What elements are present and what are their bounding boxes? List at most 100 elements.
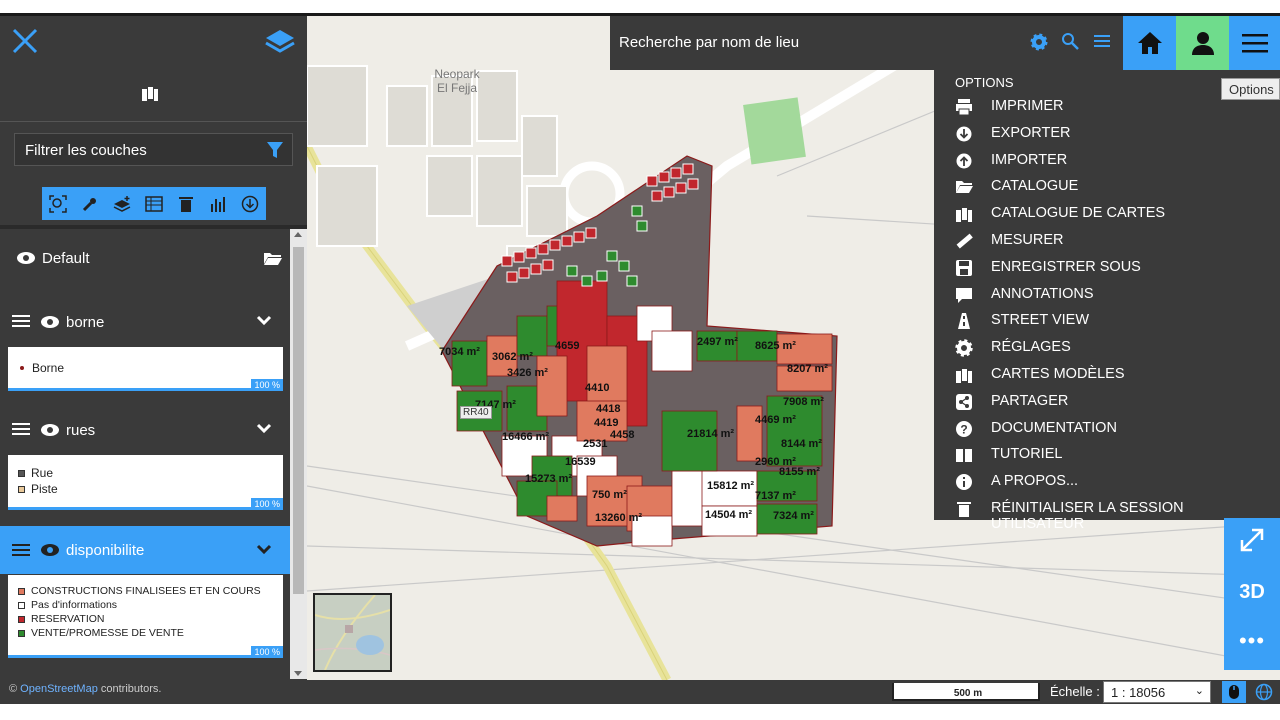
list-icon[interactable] bbox=[1094, 33, 1110, 49]
import-icon bbox=[956, 153, 972, 169]
map-place-name-1: Neopark bbox=[434, 67, 480, 81]
option-exporter[interactable]: EXPORTER bbox=[934, 121, 1280, 147]
delete-layer-button[interactable] bbox=[170, 187, 202, 220]
bottom-strip bbox=[0, 704, 1280, 720]
layer-list-scrollbar[interactable] bbox=[290, 229, 307, 679]
gear-icon[interactable] bbox=[1030, 33, 1048, 51]
layers-icon[interactable] bbox=[264, 26, 296, 58]
layer-rues[interactable]: rues bbox=[0, 408, 290, 452]
print-icon bbox=[956, 99, 972, 116]
user-icon bbox=[1191, 32, 1214, 55]
fullscreen-button[interactable] bbox=[1224, 518, 1280, 562]
download-icon bbox=[241, 195, 259, 212]
layer-settings-button[interactable] bbox=[74, 187, 106, 220]
opacity-badge[interactable]: 100 % bbox=[251, 498, 283, 510]
layer-filter-input[interactable]: Filtrer les couches bbox=[14, 133, 293, 166]
legend-item: Piste bbox=[18, 482, 273, 496]
folder-open-icon[interactable] bbox=[263, 250, 283, 266]
legend-label: Piste bbox=[31, 482, 58, 496]
osm-link[interactable]: OpenStreetMap bbox=[20, 683, 98, 695]
scale-select[interactable]: 1 : 18056 ⌄ bbox=[1103, 681, 1211, 703]
option-importer[interactable]: IMPORTER bbox=[934, 148, 1280, 174]
search-icon[interactable] bbox=[1061, 32, 1079, 50]
map-catalog-icon[interactable] bbox=[140, 84, 160, 104]
projection-button[interactable] bbox=[1252, 681, 1276, 703]
layer-group-name: Default bbox=[42, 250, 90, 267]
parcel-label: 7137 m² bbox=[755, 490, 796, 502]
option-tutoriel[interactable]: TUTORIEL bbox=[934, 442, 1280, 468]
search-input[interactable]: Recherche par nom de lieu bbox=[619, 34, 799, 51]
layer-disponibilite[interactable]: disponibilite bbox=[0, 526, 290, 574]
info-icon bbox=[956, 474, 972, 491]
option-a-propos[interactable]: A PROPOS... bbox=[934, 469, 1280, 495]
table-icon bbox=[145, 195, 163, 212]
option-partager[interactable]: PARTAGER bbox=[934, 389, 1280, 415]
chevron-down-icon[interactable] bbox=[256, 422, 272, 434]
user-button[interactable] bbox=[1176, 16, 1229, 70]
options-menu-button[interactable] bbox=[1229, 16, 1280, 70]
eye-icon[interactable] bbox=[40, 543, 60, 557]
option-label: EXPORTER bbox=[991, 124, 1071, 141]
parcel-label: 8625 m² bbox=[755, 340, 796, 352]
layer-legend-disponibilite: CONSTRUCTIONS FINALISEES ET EN COURS Pas… bbox=[8, 575, 283, 658]
mouse-position-button[interactable] bbox=[1222, 681, 1246, 703]
svg-text:?: ? bbox=[960, 422, 967, 436]
more-label: ••• bbox=[1238, 628, 1266, 653]
app-root: Neopark El Fejja 7034 m² 3062 m² 3426 m²… bbox=[0, 0, 1280, 720]
legend-label: Rue bbox=[31, 466, 54, 480]
layer-legend-borne: Borne 100 % bbox=[8, 347, 283, 391]
option-catalogue-de-cartes[interactable]: CATALOGUE DE CARTES bbox=[934, 201, 1280, 227]
scroll-up-arrow[interactable] bbox=[294, 232, 302, 237]
add-layer-button[interactable] bbox=[106, 187, 138, 220]
option-catalogue[interactable]: CATALOGUE bbox=[934, 174, 1280, 200]
drag-handle-icon[interactable] bbox=[12, 543, 30, 557]
layer-borne[interactable]: borne bbox=[0, 300, 290, 344]
parcel-label: 2531 bbox=[583, 438, 608, 450]
filter-icon[interactable] bbox=[266, 140, 284, 160]
layer-legend-rues: Rue Piste 100 % bbox=[8, 455, 283, 510]
scroll-thumb[interactable] bbox=[293, 247, 304, 594]
download-button[interactable] bbox=[234, 187, 266, 220]
drag-handle-icon[interactable] bbox=[12, 422, 30, 436]
legend-swatch bbox=[18, 601, 25, 609]
opacity-badge[interactable]: 100 % bbox=[251, 379, 283, 391]
option-street-view[interactable]: STREET VIEW bbox=[934, 308, 1280, 334]
option-enregistrer-sous[interactable]: ENREGISTRER SOUS bbox=[934, 255, 1280, 281]
layer-group-default[interactable]: Default bbox=[0, 236, 290, 280]
home-button[interactable] bbox=[1123, 16, 1176, 70]
parcel-label: 4418 bbox=[596, 403, 621, 415]
zoom-to-layer-button[interactable] bbox=[42, 187, 74, 220]
chevron-down-icon[interactable] bbox=[256, 314, 272, 326]
parcel-label: 14504 m² bbox=[705, 509, 753, 521]
chart-button[interactable] bbox=[202, 187, 234, 220]
eye-icon[interactable] bbox=[16, 251, 36, 265]
option-r-glages[interactable]: RÉGLAGES bbox=[934, 335, 1280, 361]
more-tools-button[interactable]: ••• bbox=[1224, 622, 1280, 670]
close-icon[interactable] bbox=[10, 26, 40, 56]
scroll-down-arrow[interactable] bbox=[294, 671, 302, 676]
eye-icon[interactable] bbox=[40, 423, 60, 437]
place-search-bar[interactable]: Recherche par nom de lieu bbox=[610, 16, 1123, 70]
option-label: ANNOTATIONS bbox=[991, 285, 1094, 302]
drag-handle-icon[interactable] bbox=[12, 314, 30, 328]
attribute-table-button[interactable] bbox=[138, 187, 170, 220]
option-label: CARTES MODÈLES bbox=[991, 366, 1125, 382]
legend-item: Rue bbox=[18, 466, 273, 480]
map-place-name-2: El Fejja bbox=[437, 81, 477, 95]
parcel-label: 750 m² bbox=[592, 489, 627, 501]
option-mesurer[interactable]: MESURER bbox=[934, 228, 1280, 254]
3d-view-button[interactable]: 3D bbox=[1224, 568, 1280, 616]
parcel-label: 15812 m² bbox=[707, 480, 755, 492]
option-annotations[interactable]: ANNOTATIONS bbox=[934, 282, 1280, 308]
option-cartes-mod-les[interactable]: CARTES MODÈLES bbox=[934, 362, 1280, 388]
parcel-label: 16539 bbox=[565, 456, 596, 468]
opacity-badge[interactable]: 100 % bbox=[251, 646, 283, 658]
legend-label: VENTE/PROMESSE DE VENTE bbox=[31, 627, 184, 639]
option-documentation[interactable]: ? DOCUMENTATION bbox=[934, 416, 1280, 442]
parcel-label: 8144 m² bbox=[781, 438, 822, 450]
eye-icon[interactable] bbox=[40, 315, 60, 329]
chevron-down-icon[interactable] bbox=[256, 543, 272, 555]
overview-minimap[interactable] bbox=[313, 593, 392, 672]
parcel-label: 4469 m² bbox=[755, 414, 796, 426]
scale-value: 1 : 18056 bbox=[1111, 685, 1166, 700]
